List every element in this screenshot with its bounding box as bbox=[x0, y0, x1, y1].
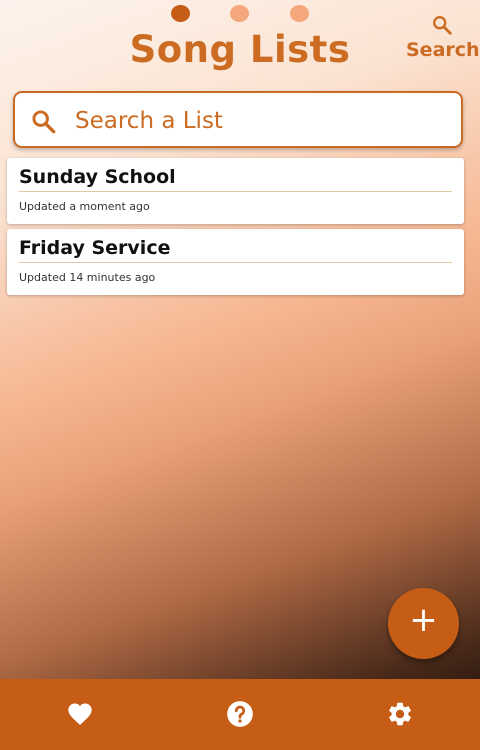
gear-icon bbox=[389, 702, 411, 726]
top-search-button[interactable]: Search bbox=[406, 14, 480, 61]
favorites-tab[interactable] bbox=[0, 679, 160, 750]
list-item[interactable]: Sunday School Updated a moment ago bbox=[7, 158, 464, 224]
search-icon bbox=[433, 16, 452, 35]
help-icon bbox=[227, 701, 253, 727]
page-dot-2[interactable] bbox=[230, 5, 249, 22]
search-icon bbox=[32, 110, 56, 134]
heart-icon bbox=[68, 703, 92, 725]
add-list-button[interactable]: + bbox=[388, 588, 459, 659]
search-box[interactable] bbox=[13, 91, 463, 148]
list-item-updated: Updated a moment ago bbox=[19, 200, 150, 213]
settings-tab[interactable] bbox=[320, 679, 480, 750]
list-item-updated: Updated 14 minutes ago bbox=[19, 271, 156, 284]
search-input[interactable] bbox=[73, 101, 447, 141]
bottom-nav bbox=[0, 679, 480, 750]
list-item[interactable]: Friday Service Updated 14 minutes ago bbox=[7, 229, 464, 295]
top-search-label: Search bbox=[406, 39, 480, 61]
list-item-name: Sunday School bbox=[19, 166, 452, 192]
list-item-name: Friday Service bbox=[19, 237, 452, 263]
page-dot-3[interactable] bbox=[290, 5, 309, 22]
plus-icon: + bbox=[409, 600, 438, 640]
page-dot-1[interactable] bbox=[171, 5, 190, 22]
help-tab[interactable] bbox=[160, 679, 320, 750]
